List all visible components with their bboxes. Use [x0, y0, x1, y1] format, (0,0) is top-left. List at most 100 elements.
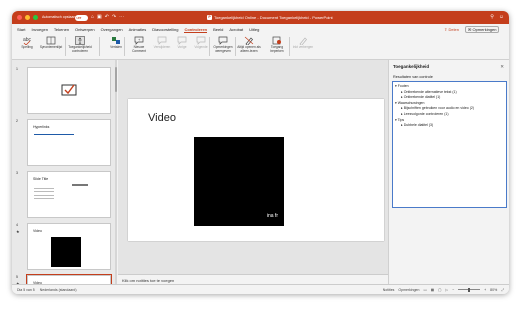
tab-1[interactable]: Invoegen	[31, 27, 47, 33]
notes-bar[interactable]: Klik om notities toe te voegen	[118, 274, 388, 284]
tab-6[interactable]: Diavoorstelling	[152, 27, 178, 33]
ribbon-button-label: Inkt verbergen	[292, 45, 314, 49]
ribbon-button-11[interactable]: Inkt verbergen	[291, 36, 315, 50]
current-slide[interactable]: Video ina fr	[128, 99, 384, 241]
slide-thumbnail-2[interactable]: Hyperlinks	[27, 119, 111, 166]
document-title: P Toegankelijkheid Online - Document Toe…	[207, 15, 333, 20]
share-label: Delen	[448, 26, 459, 32]
results-tree[interactable]: ▾ Fouten ▸ Ontbrekende alternatieve tekst…	[392, 81, 507, 208]
thumbnail-scrollbar[interactable]	[115, 60, 117, 284]
tab-0[interactable]: Start	[17, 27, 25, 33]
comments-button[interactable]: ✉ Opmerkingen	[465, 25, 500, 33]
home-icon[interactable]: ⌂	[91, 14, 94, 20]
zoom-out-icon[interactable]: −	[452, 288, 454, 292]
share-button[interactable]: ⇪ Delen	[444, 27, 459, 32]
redo-icon[interactable]: ↷	[112, 14, 116, 20]
zoom-window-button[interactable]	[33, 15, 38, 20]
video-object[interactable]: ina fr	[194, 137, 284, 226]
ribbon-button-label: Toegang beperken	[270, 45, 284, 53]
thumbnail-bullets	[72, 184, 88, 186]
autosave-toggle[interactable]: UIT	[75, 14, 88, 21]
slide-thumbnail-3[interactable]: Slide Title	[27, 171, 111, 218]
slide-count: Dia 5 van 5	[17, 288, 35, 292]
slide-thumbnail-4[interactable]: Video	[27, 223, 111, 270]
animation-star-icon: ★	[16, 229, 20, 234]
ribbon-button-4[interactable]: + Nieuwe Comment	[127, 36, 151, 53]
ribbon-button-2[interactable]: Toegankelijkheid controleren	[68, 36, 92, 53]
previous-comment-icon	[177, 36, 187, 45]
review-ribbon: abc Spelling Synoniemenlijst Toegankelijkhe…	[12, 34, 509, 60]
thesaurus-icon	[46, 36, 56, 45]
ribbon-button-label: Nieuwe Comment	[132, 45, 146, 53]
zoom-slider[interactable]	[458, 287, 481, 292]
tree-label: Tips	[397, 117, 405, 122]
tree-label: Leesvolgorde controleren (1)	[403, 112, 449, 116]
reading-view-icon[interactable]: ▢	[438, 288, 441, 292]
zoom-level[interactable]: 80%	[490, 288, 497, 292]
svg-text:abc: abc	[23, 37, 32, 43]
save-icon[interactable]: ▣	[97, 14, 102, 20]
tab-3[interactable]: Ontwerpen	[75, 27, 95, 33]
tree-item[interactable]: ▸ Dubbele diatitel (3)	[401, 123, 433, 127]
tab-4[interactable]: Overgangen	[101, 27, 123, 33]
profile-icon[interactable]: ☺	[499, 14, 504, 20]
comments-label: Opmerkingen	[472, 26, 497, 32]
ribbon-tabs: Start Invoegen Tekenen Ontwerpen Overgangen A…	[12, 24, 509, 34]
show-comments-icon	[218, 36, 228, 45]
tree-category[interactable]: ▾ Waarschuwingen	[395, 101, 424, 105]
ribbon-button-1[interactable]: Synoniemenlijst	[39, 36, 63, 50]
tree-item[interactable]: ▸ Ontbrekende alternatieve tekst (1)	[401, 90, 457, 94]
language-status[interactable]: Nederlands (standaard)	[40, 288, 77, 292]
normal-view-icon[interactable]: ▭	[423, 288, 426, 292]
fit-slide-icon[interactable]: ⤢	[501, 288, 504, 292]
notes-placeholder[interactable]: Klik om notities toe te voegen	[122, 278, 174, 283]
thumbnail-video	[51, 237, 81, 267]
translate-icon	[111, 36, 121, 45]
zoom-slider-knob[interactable]	[468, 287, 470, 292]
tab-2[interactable]: Tekenen	[54, 27, 69, 33]
close-window-button[interactable]	[17, 15, 22, 20]
ribbon-button-8[interactable]: Opmerkingen weergeven	[211, 36, 235, 53]
ribbon-button-7[interactable]: Volgende	[189, 36, 213, 50]
powerpoint-icon: P	[207, 15, 212, 20]
ribbon-button-label: Synoniemenlijst	[39, 45, 63, 49]
tree-item[interactable]: ▸ Ontbrekende diatitel (1)	[401, 95, 440, 99]
comments-toggle[interactable]: Opmerkingen	[398, 288, 419, 292]
ribbon-button-3[interactable]: Vertalen	[104, 36, 128, 50]
tab-9[interactable]: Acrobat	[229, 27, 243, 33]
delete-comment-icon	[157, 36, 167, 45]
slide-thumbnails-panel[interactable]: 12Hyperlinks3Slide Title4★Video5★Video	[12, 60, 117, 294]
ribbon-button-9[interactable]: Altijd openen als alleen-lezen	[237, 36, 261, 53]
tab-list: Start Invoegen Tekenen Ontwerpen Overgangen A…	[17, 27, 259, 33]
slide-sorter-icon[interactable]: ▦	[431, 288, 434, 292]
zoom-in-icon[interactable]: +	[484, 288, 486, 292]
tree-category[interactable]: ▾ Tips	[395, 118, 404, 122]
ribbon-button-10[interactable]: Toegang beperken	[265, 36, 289, 53]
accessibility-pane: Toegankelijkheid ✕ Resultaten van contro…	[388, 60, 509, 284]
thumbnail-scroll-thumb[interactable]	[115, 67, 117, 92]
tree-category[interactable]: ▾ Fouten	[395, 84, 409, 88]
notes-toggle[interactable]: Notities	[383, 288, 395, 292]
ribbon-button-0[interactable]: abc Spelling	[15, 36, 39, 50]
search-icon[interactable]: ⚲	[490, 14, 494, 20]
slide-thumbnail-1[interactable]	[27, 67, 111, 114]
undo-icon[interactable]: ↶	[105, 14, 109, 20]
slide-title[interactable]: Video	[148, 112, 176, 124]
tree-item[interactable]: ▸ Leesvolgorde controleren (1)	[401, 112, 448, 116]
tab-8[interactable]: Beeld	[213, 27, 223, 33]
minimize-window-button[interactable]	[25, 15, 30, 20]
tab-5[interactable]: Animaties	[129, 27, 147, 33]
slide-number: 1	[16, 67, 18, 71]
thumbnail-title: Hyperlinks	[33, 125, 50, 129]
tree-label: Waarschuwingen	[397, 100, 425, 105]
ribbon-separator	[65, 37, 66, 56]
tab-7[interactable]: Controleren	[184, 27, 208, 33]
more-icon[interactable]: ⋯	[119, 14, 124, 20]
ribbon-separator	[235, 37, 236, 56]
close-icon[interactable]: ✕	[500, 64, 504, 70]
quick-access-toolbar: ⌂ ▣ ↶ ↷ ⋯	[91, 14, 124, 20]
slideshow-icon[interactable]: ▷	[445, 288, 448, 292]
tab-10[interactable]: Uitleg	[249, 27, 259, 33]
slide-number: 4	[16, 223, 18, 227]
tree-item[interactable]: ▸ Bijschriften gebruiken voor audio en v…	[401, 106, 474, 110]
